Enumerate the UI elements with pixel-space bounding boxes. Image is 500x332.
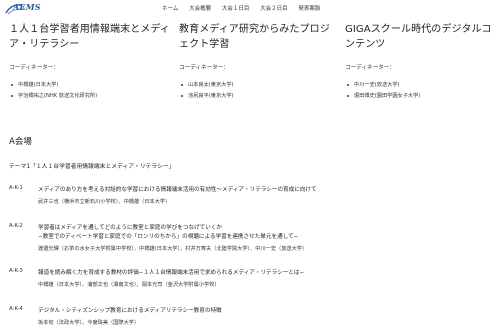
coordinator-item: 宇治橋祐之(NHK 放送文化研究所) xyxy=(9,91,167,102)
venue-heading: A会場 xyxy=(9,137,32,147)
coordinator-item: 山本良太(東京大学) xyxy=(179,80,337,91)
coordinator-list: 山本良太(東京大学) 池尻良平(東京大学) xyxy=(179,80,337,101)
talk-title: デジタル・シティズンシップ教育におけるメディアリテラシー教育の特徴 xyxy=(38,308,222,314)
logo-text: AEMS xyxy=(13,2,41,12)
theme-heading: テーマ1「１人１台学習者用情報端末とメディア・リテラシー」 xyxy=(9,164,175,170)
coordinator-label: コーディネーター： xyxy=(179,65,229,71)
nav-home[interactable]: ホーム xyxy=(162,4,178,12)
main-nav: ホーム 大会概要 大会１日目 大会２日目 発表案脈 xyxy=(162,4,329,12)
nav-overview[interactable]: 大会概要 xyxy=(189,4,211,12)
session-title-line: ェクト学習 xyxy=(179,39,230,50)
session-column-1: １人１台学習者用情報端末とメディ ア・リテラシー コーディネーター： 中橋雄(日… xyxy=(9,22,170,101)
session-title-line: 教育メディア研究からみたプロジ xyxy=(179,24,330,35)
session-title: GIGAスクール時代のデジタルコ ンテンツ xyxy=(345,22,500,55)
talk-title: メディアのあり方を考える対話的な学習における情報端末活用の有効性〜メディア・リテ… xyxy=(38,187,317,193)
talk-id: A-K-1 xyxy=(9,185,23,191)
session-column-3: GIGAスクール時代のデジタルコ ンテンツ コーディネーター： 中川一史(放送大… xyxy=(345,22,500,101)
coordinator-label: コーディネーター： xyxy=(345,65,395,71)
talk-authors: 武井三也（横浜市立新石川小学校）、中橋雄（日本大学） xyxy=(38,199,171,205)
session-column-2: 教育メディア研究からみたプロジ ェクト学習 コーディネーター： 山本良太(東京大… xyxy=(179,22,337,101)
nav-presentations[interactable]: 発表案脈 xyxy=(298,4,320,12)
nav-day2[interactable]: 大会２日目 xyxy=(260,4,288,12)
nav-day1[interactable]: 大会１日目 xyxy=(222,4,250,12)
top-bar: AEMS ホーム 大会概要 大会１日目 大会２日目 発表案脈 xyxy=(0,0,500,17)
coordinator-list: 中橋雄(日本大学) 宇治橋祐之(NHK 放送文化研究所) xyxy=(9,80,167,101)
session-title-line: GIGAスクール時代のデジタルコ xyxy=(345,24,492,35)
session-title: １人１台学習者用情報端末とメディ ア・リテラシー xyxy=(9,22,170,55)
site-logo[interactable]: AEMS xyxy=(5,2,41,15)
coordinator-list: 中川一史(放送大学) 堀田博史(園田学園女子大学) xyxy=(345,80,500,101)
talk-title: 報道を読み解く力を育成する教材の評価−１人１台情報端末活用で求められるメディア・… xyxy=(38,270,305,276)
talk-title: 学習者はメディアを通してどのように教室と家庭の学びをつなげていくか xyxy=(38,225,223,231)
talk-authors: 中橋雄（日本大学）、浦部文也（湘南文也）、岡本光司（金沢大学附属小学校） xyxy=(38,282,220,288)
coordinator-item: 中橋雄(日本大学) xyxy=(9,80,167,91)
talk-authors: 坂本旬（法政大学）、今度珠美（国際大学） xyxy=(38,320,140,326)
coordinator-label: コーディネーター： xyxy=(9,65,59,71)
coordinator-item: 中川一史(放送大学) xyxy=(345,80,500,91)
talk-id: A-K-2 xyxy=(9,223,23,229)
talk-subtitle: −教室でのディベート学習と家庭での「ロンリのちから」の視聴による学習を連携させた… xyxy=(38,234,299,240)
talk-authors: 渡邊光輝（お茶の水女子大学附属中学校）、中橋雄(日本大学）、村井万寿夫（北陸学院… xyxy=(38,246,308,252)
session-title: 教育メディア研究からみたプロジ ェクト学習 xyxy=(179,22,337,55)
talk-id: A-K-3 xyxy=(9,268,23,274)
coordinator-item: 池尻良平(東京大学) xyxy=(179,91,337,102)
session-title-line: ア・リテラシー xyxy=(9,39,80,50)
session-title-line: ンテンツ xyxy=(345,39,386,50)
talk-id: A-K-4 xyxy=(9,306,23,312)
coordinator-item: 堀田博史(園田学園女子大学) xyxy=(345,91,500,102)
session-title-line: １人１台学習者用情報端末とメディ xyxy=(9,24,170,35)
